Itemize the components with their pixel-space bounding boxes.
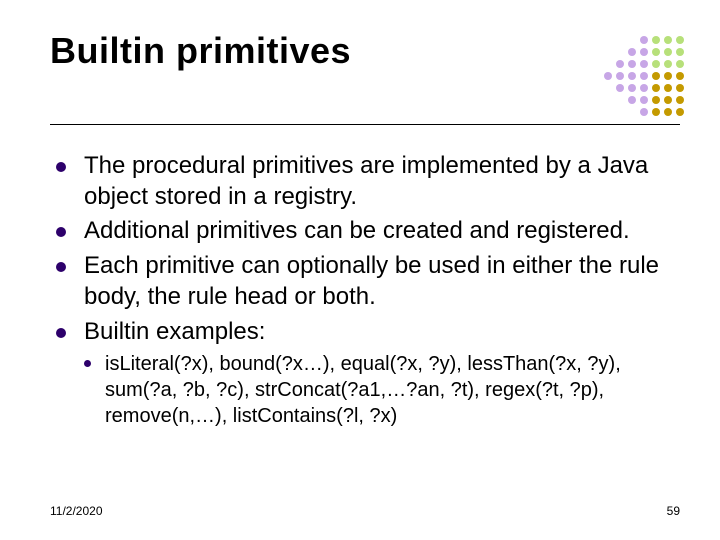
dot-icon: [664, 96, 672, 104]
dot-icon: [616, 72, 624, 80]
dot-icon: [628, 48, 636, 56]
dot-icon: [616, 84, 624, 92]
dot-icon: [652, 60, 660, 68]
slide-title: Builtin primitives: [50, 30, 351, 72]
decorative-dots: [602, 34, 686, 118]
footer: 11/2/2020 59: [50, 504, 680, 518]
dot-icon: [628, 84, 636, 92]
dot-icon: [628, 72, 636, 80]
dot-icon: [628, 36, 636, 44]
dot-icon: [652, 108, 660, 116]
dot-icon: [640, 72, 648, 80]
dot-icon: [604, 72, 612, 80]
dot-icon: [604, 108, 612, 116]
dot-icon: [616, 96, 624, 104]
dot-icon: [616, 48, 624, 56]
list-item: isLiteral(?x), bound(?x…), equal(?x, ?y)…: [84, 351, 680, 429]
dot-icon: [640, 108, 648, 116]
dot-icon: [640, 48, 648, 56]
bullet-text: Each primitive can optionally be used in…: [84, 251, 680, 312]
list-item: The procedural primitives are implemente…: [56, 151, 680, 212]
dot-icon: [640, 96, 648, 104]
dot-icon: [628, 96, 636, 104]
dot-icon: [616, 60, 624, 68]
slide: Builtin primitives The procedural primit…: [0, 0, 720, 540]
dot-icon: [616, 108, 624, 116]
list-item: Each primitive can optionally be used in…: [56, 251, 680, 312]
title-underline: [50, 124, 680, 125]
bullet-text: Builtin examples:: [84, 317, 265, 348]
dot-icon: [664, 108, 672, 116]
footer-page-number: 59: [667, 504, 680, 518]
dot-icon: [664, 36, 672, 44]
dot-icon: [604, 60, 612, 68]
dot-icon: [676, 48, 684, 56]
bullet-icon: [56, 227, 66, 237]
bullet-icon: [56, 328, 66, 338]
dot-icon: [664, 72, 672, 80]
content-area: The procedural primitives are implemente…: [50, 151, 680, 429]
dot-icon: [652, 84, 660, 92]
list-item: Additional primitives can be created and…: [56, 216, 680, 247]
dot-icon: [676, 60, 684, 68]
dot-icon: [604, 48, 612, 56]
dot-icon: [604, 36, 612, 44]
dot-icon: [652, 36, 660, 44]
dot-icon: [640, 84, 648, 92]
dot-icon: [652, 96, 660, 104]
bullet-icon: [56, 162, 66, 172]
dot-icon: [616, 36, 624, 44]
dot-icon: [676, 84, 684, 92]
dot-icon: [664, 84, 672, 92]
dot-icon: [640, 36, 648, 44]
bullet-text: Additional primitives can be created and…: [84, 216, 630, 247]
title-row: Builtin primitives: [50, 30, 680, 118]
dot-icon: [676, 72, 684, 80]
dot-icon: [604, 96, 612, 104]
bullet-list: The procedural primitives are implemente…: [56, 151, 680, 347]
dot-icon: [640, 60, 648, 68]
dot-icon: [664, 60, 672, 68]
dot-icon: [652, 48, 660, 56]
dot-icon: [676, 108, 684, 116]
dot-icon: [676, 96, 684, 104]
footer-date: 11/2/2020: [50, 504, 103, 518]
bullet-icon: [84, 360, 91, 367]
dot-icon: [664, 48, 672, 56]
list-item: Builtin examples:: [56, 317, 680, 348]
bullet-text: The procedural primitives are implemente…: [84, 151, 680, 212]
sub-bullet-text: isLiteral(?x), bound(?x…), equal(?x, ?y)…: [105, 351, 680, 429]
dot-icon: [604, 84, 612, 92]
dot-icon: [628, 108, 636, 116]
sub-bullet-list: isLiteral(?x), bound(?x…), equal(?x, ?y)…: [84, 351, 680, 429]
dot-icon: [652, 72, 660, 80]
dot-icon: [628, 60, 636, 68]
bullet-icon: [56, 262, 66, 272]
dot-icon: [676, 36, 684, 44]
